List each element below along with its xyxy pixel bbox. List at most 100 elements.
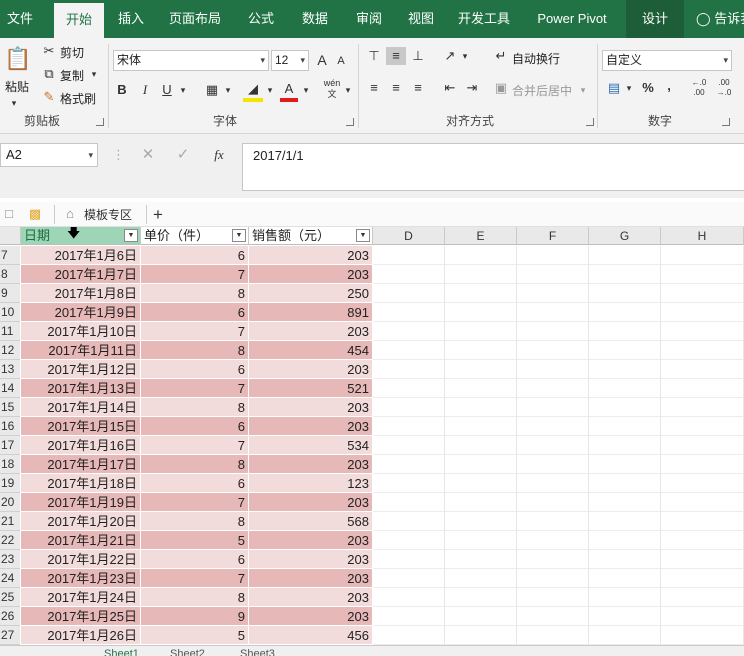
date-cell[interactable]: 2017年1月17日 xyxy=(21,455,141,474)
price-cell[interactable]: 6 xyxy=(141,417,249,436)
font-launcher-icon[interactable] xyxy=(346,118,354,126)
price-cell[interactable]: 6 xyxy=(141,246,249,265)
empty-cell[interactable] xyxy=(661,550,744,569)
date-cell[interactable]: 2017年1月25日 xyxy=(21,607,141,626)
empty-cell[interactable] xyxy=(373,607,445,626)
empty-cell[interactable] xyxy=(661,588,744,607)
tab-developer[interactable]: 开发工具 xyxy=(453,0,515,38)
empty-cell[interactable] xyxy=(661,360,744,379)
tab-page-layout[interactable]: 页面布局 xyxy=(164,0,226,38)
date-cell[interactable]: 2017年1月14日 xyxy=(21,398,141,417)
paste-icon[interactable]: 📋 xyxy=(4,44,32,76)
empty-cell[interactable] xyxy=(661,417,744,436)
underline-button[interactable]: U xyxy=(159,81,175,99)
sales-cell[interactable]: 250 xyxy=(249,284,373,303)
price-cell[interactable]: 6 xyxy=(141,550,249,569)
price-cell[interactable]: 6 xyxy=(141,474,249,493)
sheet-tab-2[interactable]: Sheet2 xyxy=(170,646,205,656)
grow-font-button[interactable]: A xyxy=(314,51,330,69)
row-header[interactable]: 17 xyxy=(0,436,20,455)
empty-cell[interactable] xyxy=(589,607,661,626)
sales-cell[interactable]: 534 xyxy=(249,436,373,455)
row-header[interactable]: 8 xyxy=(0,265,20,284)
tab-power-pivot[interactable]: Power Pivot xyxy=(530,0,614,38)
add-tab-button[interactable]: + xyxy=(153,204,163,226)
date-cell[interactable]: 2017年1月11日 xyxy=(21,341,141,360)
select-all-corner[interactable] xyxy=(0,227,21,245)
empty-cell[interactable] xyxy=(373,360,445,379)
row-header[interactable]: 15 xyxy=(0,398,20,417)
align-top-icon[interactable]: ⊤ xyxy=(364,47,384,65)
row-header[interactable]: 12 xyxy=(0,341,20,360)
borders-icon[interactable]: ▦ xyxy=(203,81,221,99)
price-cell[interactable]: 7 xyxy=(141,493,249,512)
empty-cell[interactable] xyxy=(373,455,445,474)
date-cell[interactable]: 2017年1月6日 xyxy=(21,246,141,265)
currency-dropdown-icon[interactable]: ▾ xyxy=(624,79,634,97)
empty-cell[interactable] xyxy=(517,626,589,645)
sales-cell[interactable]: 203 xyxy=(249,246,373,265)
font-color-icon[interactable]: A xyxy=(280,80,298,102)
date-cell[interactable]: 2017年1月18日 xyxy=(21,474,141,493)
empty-cell[interactable] xyxy=(589,284,661,303)
empty-cell[interactable] xyxy=(589,436,661,455)
decrease-decimal-icon[interactable]: .00 →.0 xyxy=(714,78,734,98)
empty-cell[interactable] xyxy=(589,379,661,398)
empty-cell[interactable] xyxy=(445,455,517,474)
sales-cell[interactable]: 203 xyxy=(249,265,373,284)
empty-cell[interactable] xyxy=(589,398,661,417)
empty-cell[interactable] xyxy=(661,379,744,398)
empty-cell[interactable] xyxy=(661,455,744,474)
date-cell[interactable]: 2017年1月15日 xyxy=(21,417,141,436)
empty-cell[interactable] xyxy=(517,379,589,398)
price-cell[interactable]: 8 xyxy=(141,284,249,303)
empty-cell[interactable] xyxy=(517,436,589,455)
empty-cell[interactable] xyxy=(445,322,517,341)
italic-button[interactable]: I xyxy=(137,81,153,99)
empty-cell[interactable] xyxy=(373,550,445,569)
folder-icon[interactable]: ▩ xyxy=(26,205,44,223)
empty-cell[interactable] xyxy=(517,512,589,531)
price-cell[interactable]: 7 xyxy=(141,379,249,398)
empty-cell[interactable] xyxy=(445,265,517,284)
empty-cell[interactable] xyxy=(445,417,517,436)
empty-cell[interactable] xyxy=(517,588,589,607)
clipboard-launcher-icon[interactable] xyxy=(96,118,104,126)
empty-cell[interactable] xyxy=(373,246,445,265)
row-header[interactable]: 20 xyxy=(0,493,20,512)
price-cell[interactable]: 7 xyxy=(141,436,249,455)
empty-cell[interactable] xyxy=(373,284,445,303)
bold-button[interactable]: B xyxy=(114,81,130,99)
tab-data[interactable]: 数据 xyxy=(294,0,336,38)
empty-cell[interactable] xyxy=(589,417,661,436)
empty-cell[interactable] xyxy=(661,398,744,417)
date-cell[interactable]: 2017年1月12日 xyxy=(21,360,141,379)
empty-cell[interactable] xyxy=(517,284,589,303)
sales-cell[interactable]: 203 xyxy=(249,417,373,436)
empty-cell[interactable] xyxy=(517,455,589,474)
comma-button[interactable]: , xyxy=(663,77,675,95)
price-cell[interactable]: 7 xyxy=(141,569,249,588)
sheet-tab-3[interactable]: Sheet3 xyxy=(240,646,275,656)
empty-cell[interactable] xyxy=(445,360,517,379)
number-format-select[interactable]: 自定义 ▾ xyxy=(602,50,732,71)
column-header-h[interactable]: H xyxy=(661,227,744,245)
empty-cell[interactable] xyxy=(661,512,744,531)
filter-dropdown-icon[interactable]: ▼ xyxy=(232,229,246,242)
tab-review[interactable]: 审阅 xyxy=(348,0,390,38)
row-header[interactable]: 10 xyxy=(0,303,20,322)
empty-cell[interactable] xyxy=(373,398,445,417)
empty-cell[interactable] xyxy=(517,607,589,626)
font-color-dropdown-icon[interactable]: ▾ xyxy=(300,81,312,99)
empty-cell[interactable] xyxy=(589,360,661,379)
filter-dropdown-icon[interactable]: ▼ xyxy=(124,229,138,242)
date-cell[interactable]: 2017年1月10日 xyxy=(21,322,141,341)
align-right-icon[interactable]: ≡ xyxy=(408,79,428,97)
filter-dropdown-icon[interactable]: ▼ xyxy=(356,229,370,242)
column-header-e[interactable]: E xyxy=(445,227,517,245)
empty-cell[interactable] xyxy=(661,531,744,550)
price-cell[interactable]: 7 xyxy=(141,322,249,341)
date-cell[interactable]: 2017年1月19日 xyxy=(21,493,141,512)
price-cell[interactable]: 5 xyxy=(141,626,249,645)
empty-cell[interactable] xyxy=(445,531,517,550)
